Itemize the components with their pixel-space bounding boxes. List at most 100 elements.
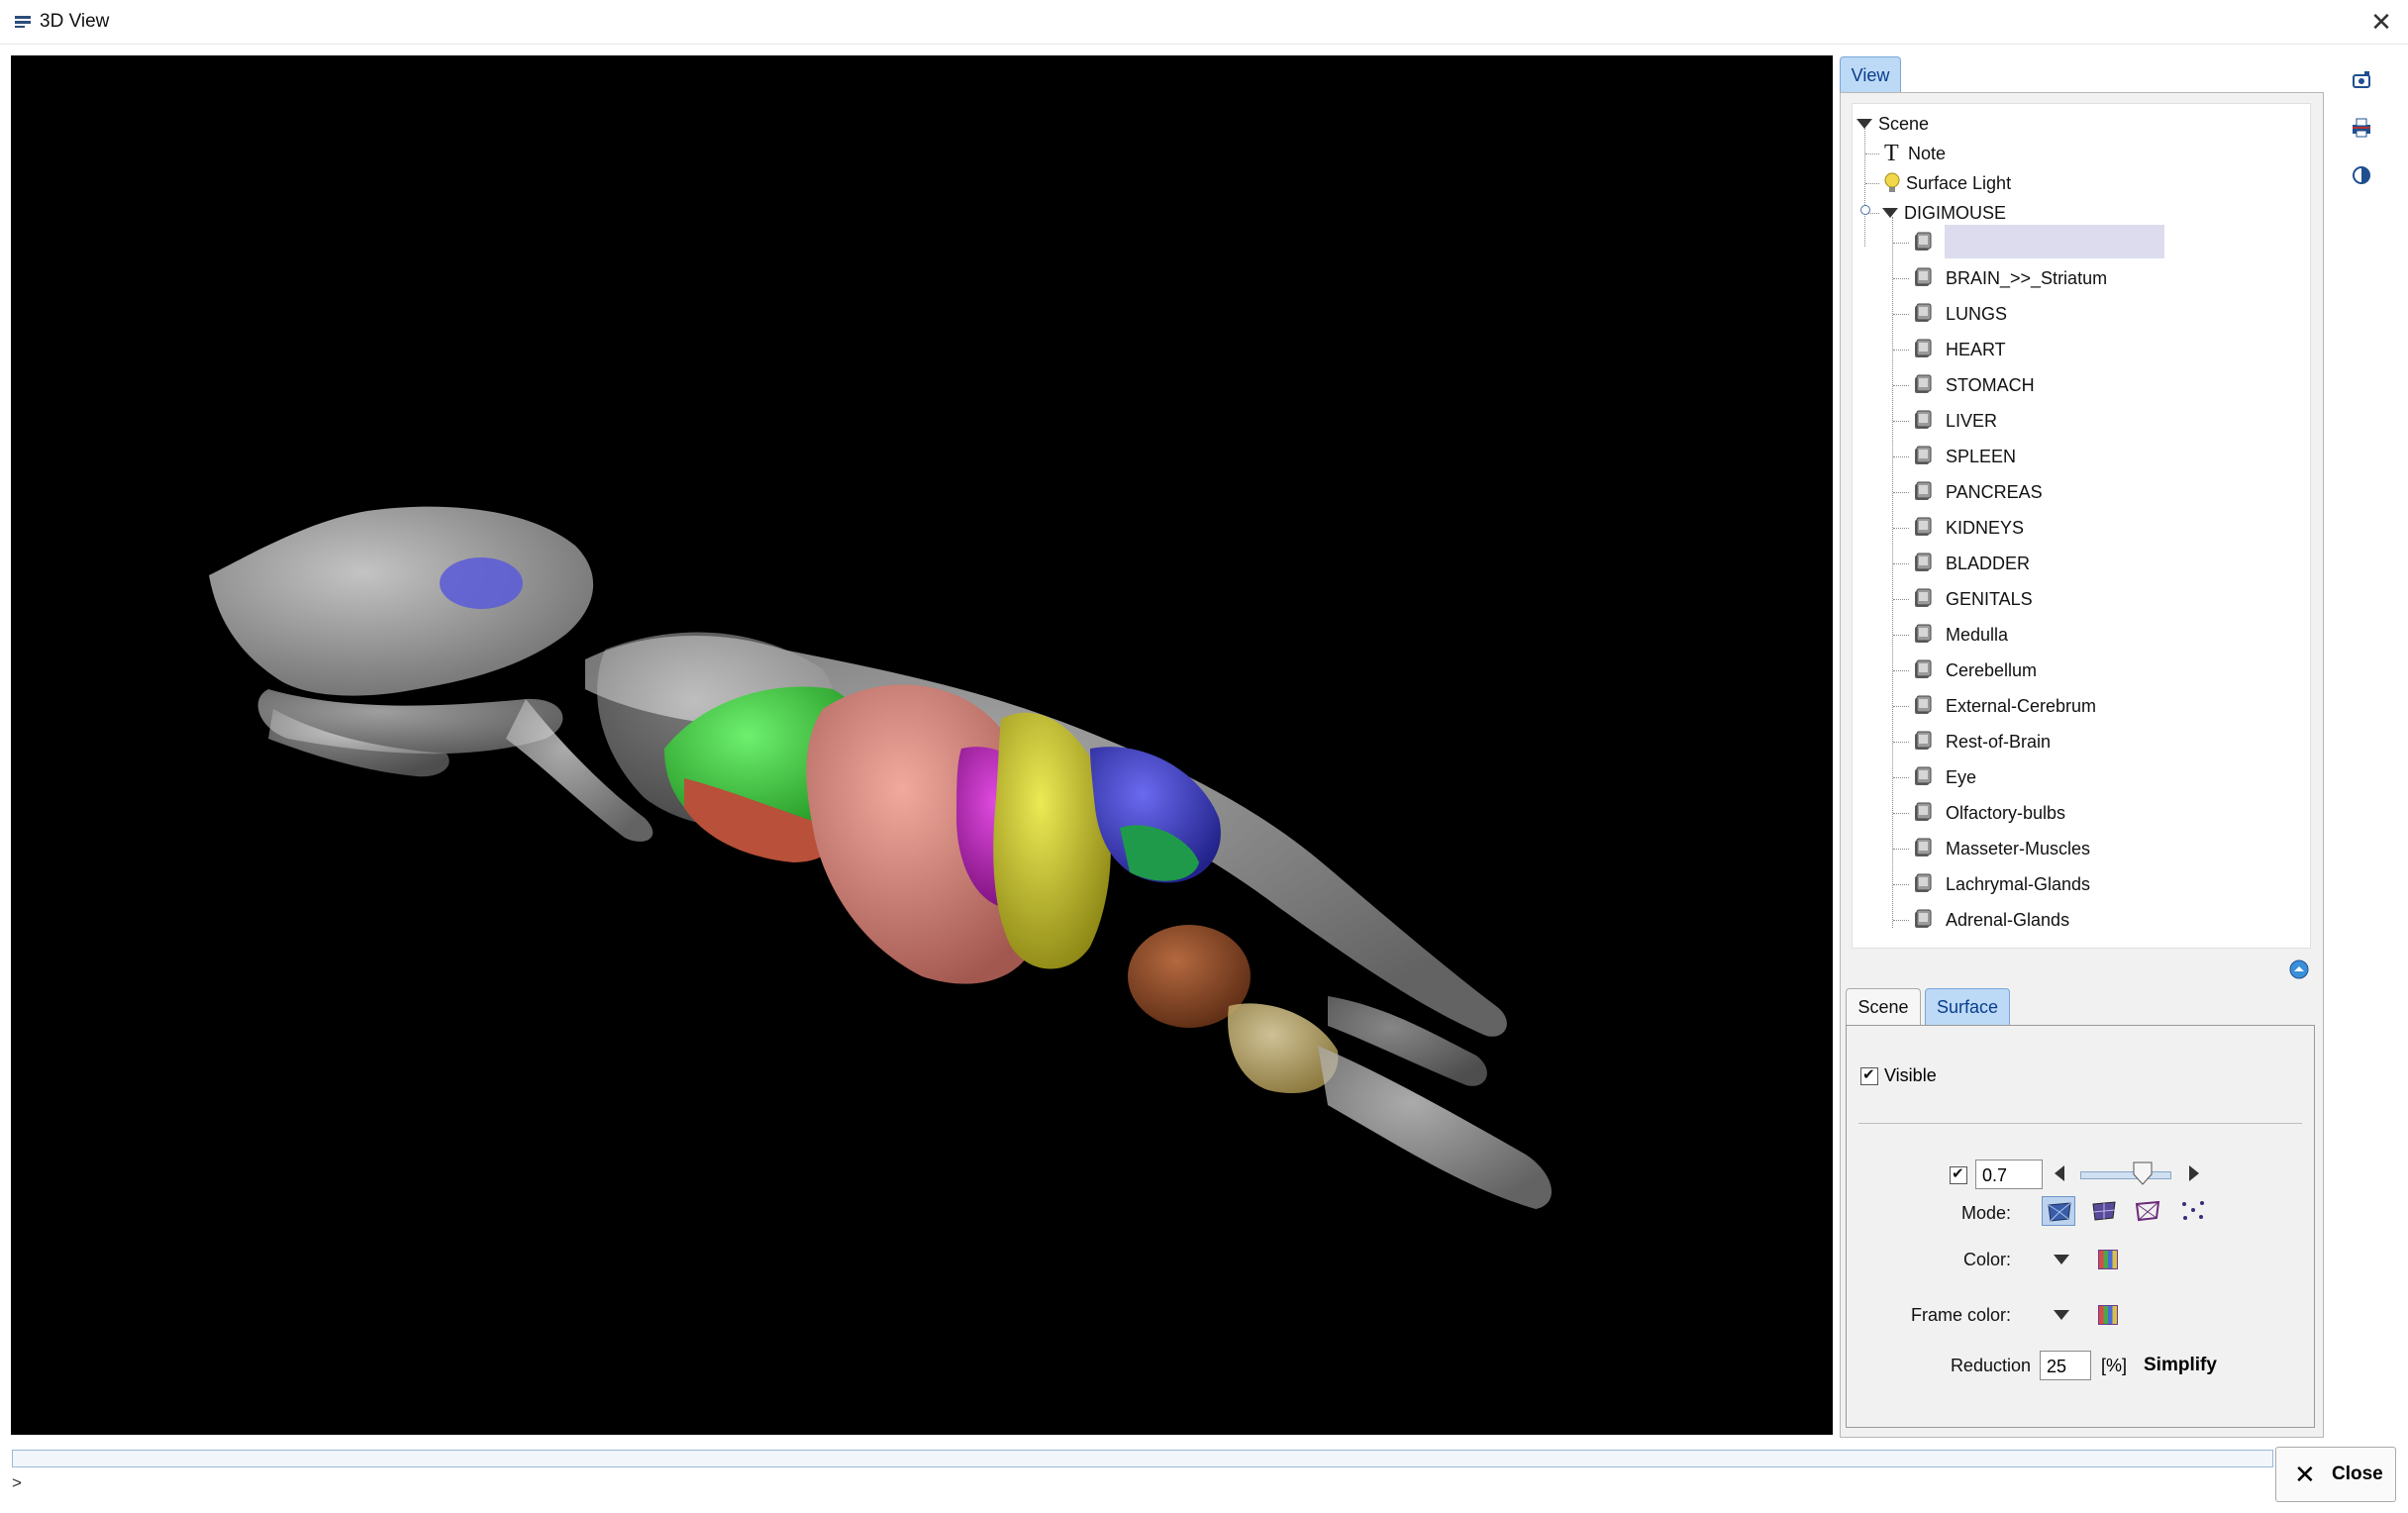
tree-item-label: KIDNEYS — [1946, 518, 2025, 538]
opacity-checkbox[interactable] — [1950, 1164, 1967, 1184]
title-bar: 3D View ✕ — [0, 0, 2408, 45]
wireframe-mode-button[interactable] — [2087, 1196, 2121, 1226]
tree-item-label: BLADDER — [1946, 554, 2031, 573]
tree-node-note[interactable]: T Note — [1853, 138, 2288, 169]
tree-item-label: Eye — [1946, 767, 1977, 787]
increase-arrow-icon[interactable] — [2189, 1165, 2199, 1181]
tree-item[interactable]: External-Cerebrum — [1853, 690, 2288, 722]
surface-object-icon — [1915, 517, 1932, 536]
tree-connector — [1893, 813, 1909, 814]
points-mode-button[interactable] — [2176, 1196, 2210, 1226]
tree-item[interactable]: HEART — [1853, 334, 2288, 365]
surface-object-icon — [1915, 624, 1932, 643]
app-icon — [15, 16, 31, 28]
tree-connector — [1893, 278, 1909, 279]
surface-object-icon — [1915, 588, 1932, 607]
tree-item-label: Medulla — [1946, 625, 2009, 645]
visible-label: Visible — [1884, 1065, 1937, 1085]
tree-item-label: STOMACH — [1946, 375, 2035, 395]
3d-viewport[interactable] — [11, 55, 1833, 1435]
pin-icon[interactable] — [1860, 205, 1870, 215]
decrease-arrow-icon[interactable] — [2055, 1165, 2064, 1181]
tree-node-surface-light[interactable]: Surface Light — [1853, 167, 2288, 199]
frame-mode-icon — [2135, 1200, 2160, 1222]
tree-item[interactable]: Cerebellum — [1853, 655, 2288, 686]
visible-checkbox[interactable] — [1860, 1065, 1878, 1085]
tree-item-label: Lachrymal-Glands — [1946, 874, 2091, 894]
surface-object-icon — [1915, 446, 1932, 464]
tree-connector — [1893, 777, 1909, 778]
tree-item[interactable]: Adrenal-Glands — [1853, 904, 2288, 936]
frame-color-picker-icon[interactable] — [2098, 1305, 2118, 1325]
surface-object-icon — [1915, 232, 1932, 251]
reduction-unit: [%] — [2101, 1356, 2128, 1375]
tree-connector — [1865, 183, 1879, 184]
tree-item[interactable]: BRAIN_>>_Striatum — [1853, 262, 2288, 294]
tree-item[interactable]: SPLEEN — [1853, 441, 2288, 472]
frame-color-dropdown-icon[interactable] — [2054, 1310, 2069, 1320]
frame-color-label: Frame color: — [1910, 1305, 2011, 1325]
expand-panel-icon[interactable] — [2288, 958, 2310, 980]
color-picker-icon[interactable] — [2098, 1250, 2118, 1269]
frame-mode-button[interactable] — [2131, 1196, 2164, 1226]
tab-view[interactable]: View — [1840, 56, 1901, 93]
tree-item[interactable]: GENITALS — [1853, 583, 2288, 615]
points-mode-icon — [2182, 1201, 2204, 1220]
surface-object-icon — [1915, 659, 1932, 678]
mouse-3d-render[interactable] — [11, 55, 1833, 1435]
tree-item[interactable]: KIDNEYS — [1853, 512, 2288, 544]
tree-item[interactable]: PANCREAS — [1853, 476, 2288, 508]
window-close-icon[interactable]: ✕ — [2368, 9, 2394, 35]
tree-connector — [1893, 920, 1909, 921]
opacity-slider-track[interactable] — [2080, 1171, 2171, 1179]
tree-connector — [1893, 350, 1909, 351]
command-prompt[interactable]: > — [12, 1473, 22, 1493]
tree-item[interactable]: LUNGS — [1853, 298, 2288, 330]
surface-object-icon — [1915, 909, 1932, 928]
window-title: 3D View — [40, 11, 110, 32]
printer-icon[interactable] — [2349, 115, 2374, 141]
tree-item-label: Cerebellum — [1946, 660, 2038, 680]
tree-item[interactable]: Eye — [1853, 761, 2288, 793]
skull-shape — [209, 506, 594, 696]
tree-item[interactable]: Medulla — [1853, 619, 2288, 651]
opacity-slider-thumb[interactable] — [2132, 1160, 2154, 1186]
tree-connector — [1893, 635, 1909, 636]
tab-scene[interactable]: Scene — [1846, 988, 1921, 1025]
tree-connector — [1893, 742, 1909, 743]
camera-icon[interactable] — [2349, 67, 2374, 93]
tree-connector — [1893, 670, 1909, 671]
tree-connector — [1893, 528, 1909, 529]
surface-object-icon — [1915, 339, 1932, 357]
tree-node-label: Scene — [1878, 114, 1930, 134]
tree-node-label: Note — [1908, 144, 1947, 163]
tree-item[interactable]: Lachrymal-Glands — [1853, 868, 2288, 900]
tree-item[interactable]: BLADDER — [1853, 548, 2288, 579]
tab-surface[interactable]: Surface — [1925, 988, 2010, 1025]
color-dropdown-icon[interactable] — [2054, 1255, 2069, 1264]
contrast-icon[interactable] — [2349, 162, 2374, 188]
surface-object-icon — [1915, 481, 1932, 500]
tree-item[interactable]: Olfactory-bulbs — [1853, 797, 2288, 829]
mode-label: Mode: — [1960, 1203, 2011, 1223]
surface-mode-icon — [2048, 1202, 2071, 1222]
tree-connector — [1893, 849, 1909, 850]
tree-node-scene[interactable]: Scene — [1853, 108, 2288, 140]
tree-connector — [1893, 421, 1909, 422]
tree-connector — [1893, 884, 1909, 885]
tree-item[interactable]: STOMACH — [1853, 369, 2288, 401]
close-button[interactable]: ✕ Close — [2275, 1447, 2396, 1502]
tree-item[interactable]: Rest-of-Brain — [1853, 726, 2288, 757]
simplify-button[interactable]: Simplify — [2144, 1355, 2217, 1376]
surface-properties-panel: Visible 0.7 Mode: Color: — [1846, 1025, 2315, 1428]
tree-selection-highlight — [1945, 225, 2164, 258]
opacity-input[interactable]: 0.7 — [1975, 1160, 2043, 1189]
tree-item[interactable]: Masseter-Muscles — [1853, 833, 2288, 864]
collapse-triangle-icon[interactable] — [1882, 208, 1898, 218]
tree-connector — [1893, 563, 1909, 564]
tree-item[interactable]: LIVER — [1853, 405, 2288, 437]
surface-mode-button[interactable] — [2042, 1196, 2075, 1226]
reduction-input[interactable]: 25 — [2040, 1351, 2091, 1380]
tree-connector — [1893, 492, 1909, 493]
striatum-shape — [440, 557, 523, 609]
